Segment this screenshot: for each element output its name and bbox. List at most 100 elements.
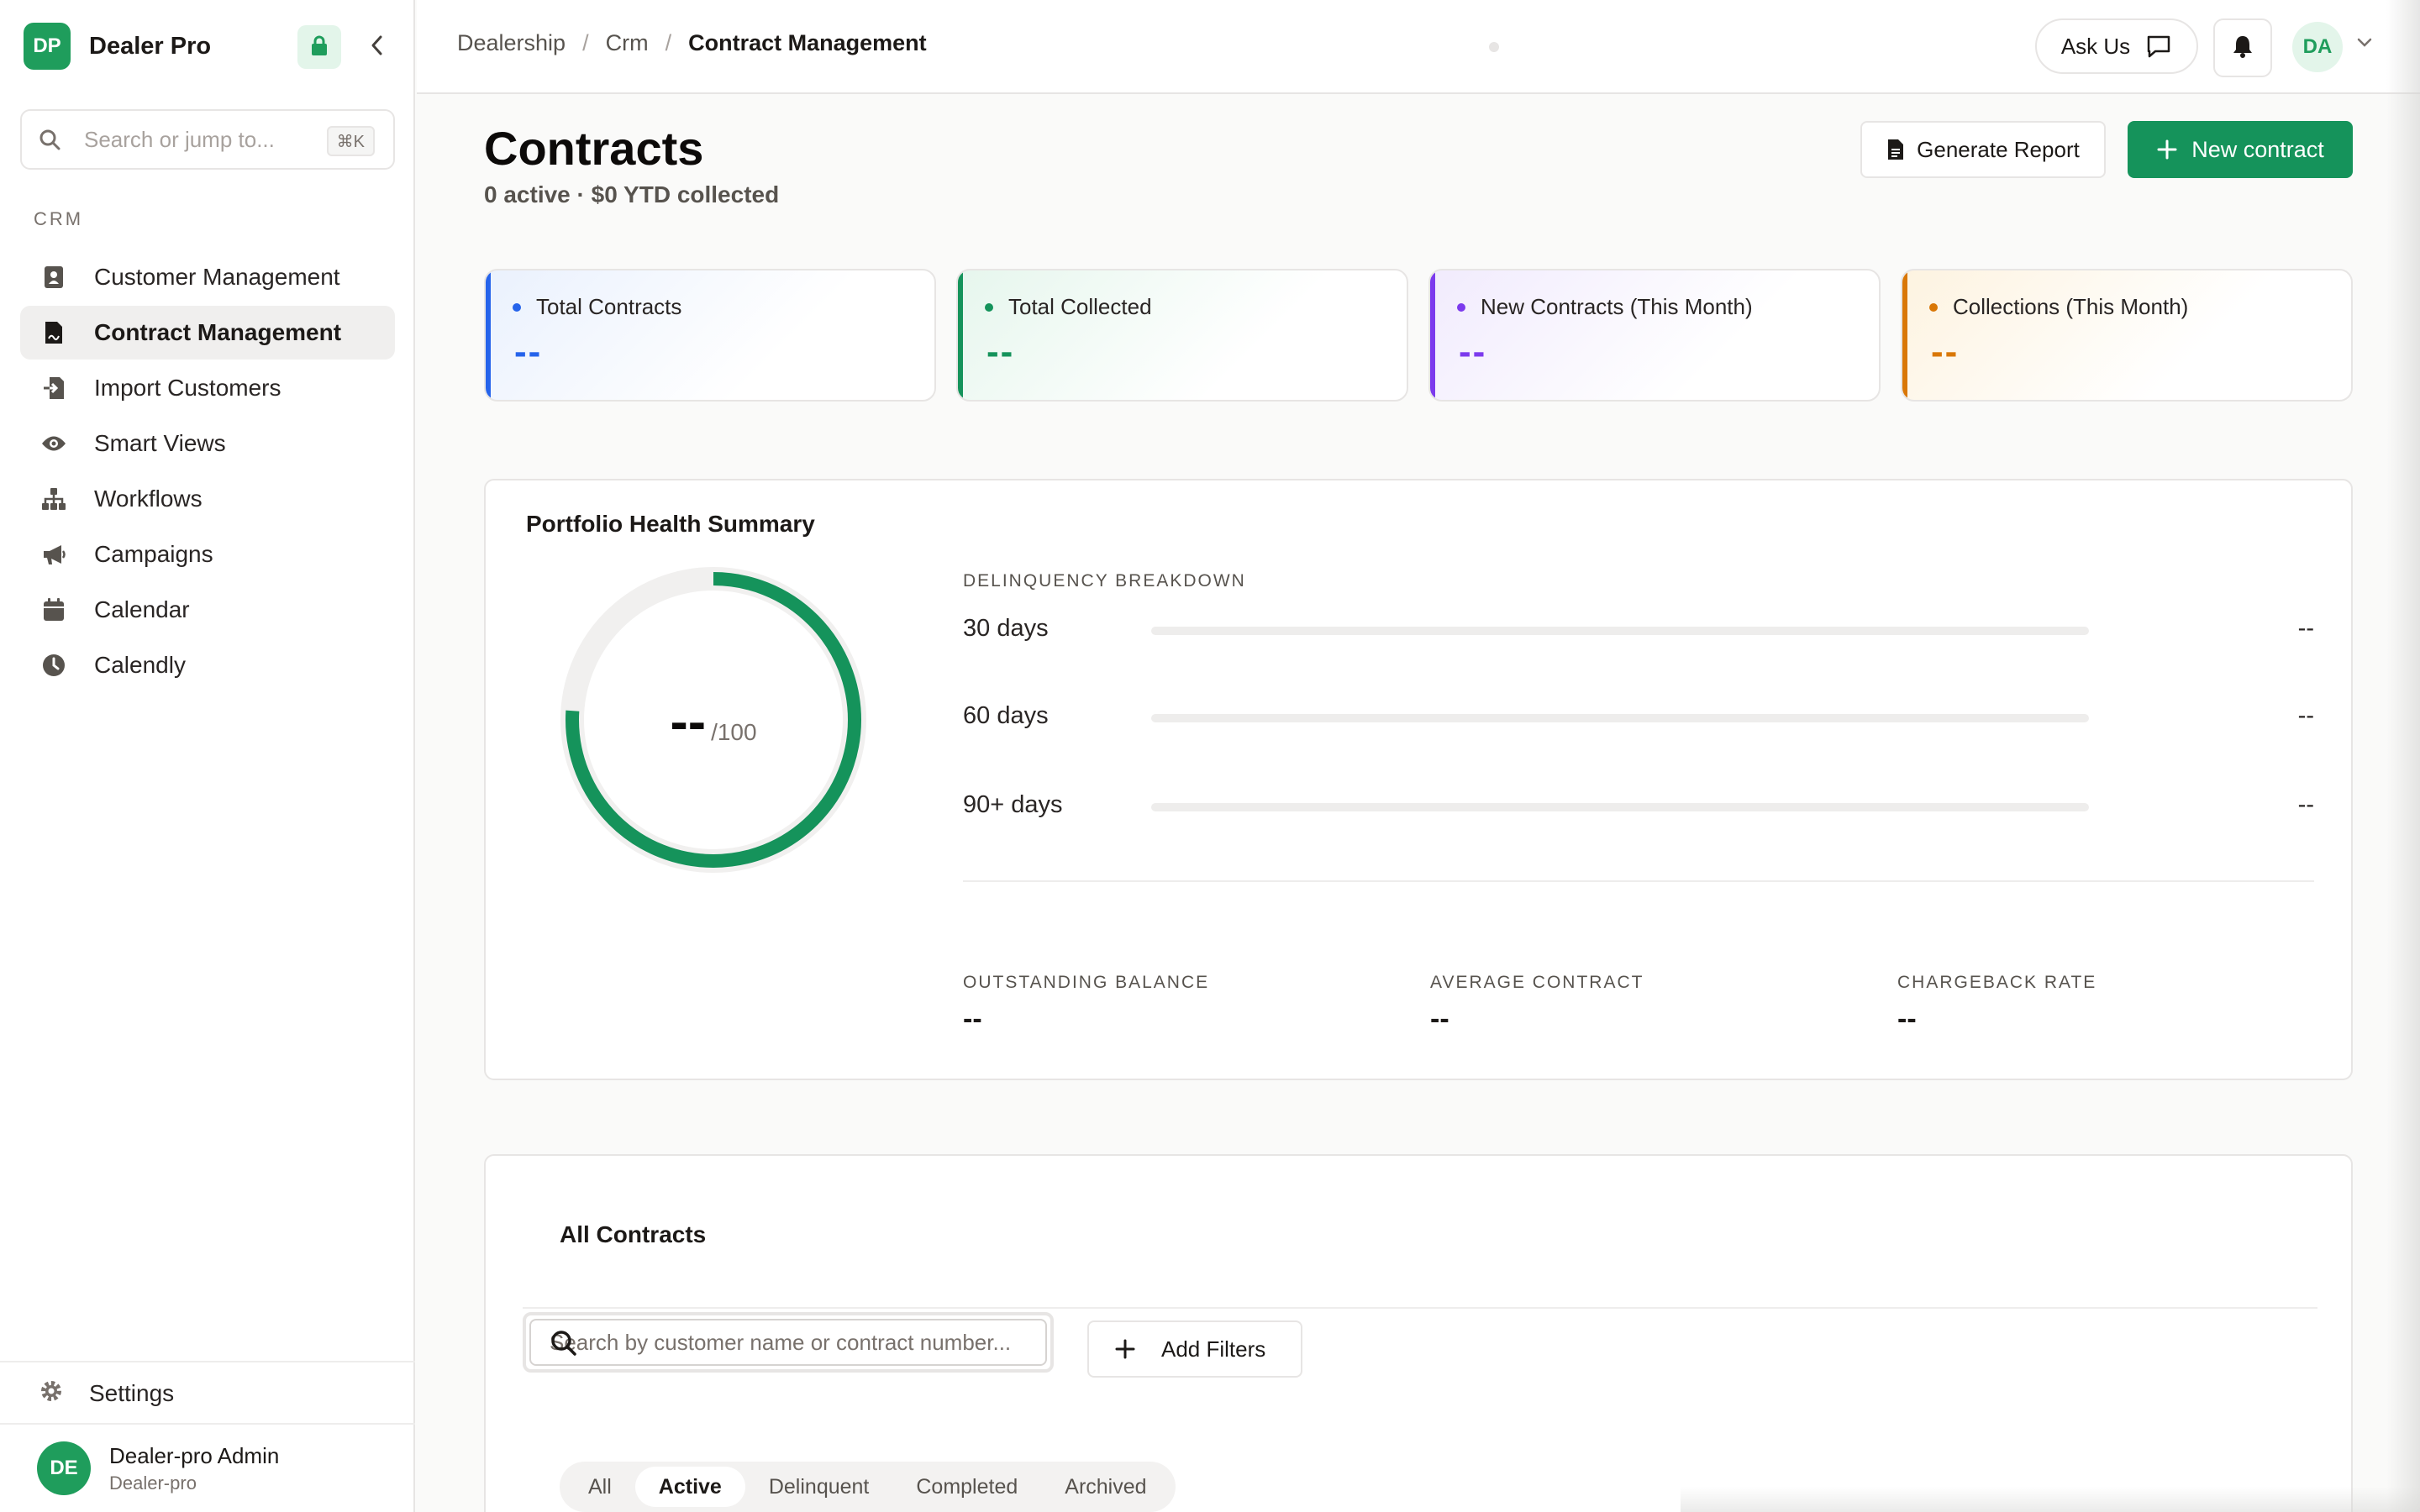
- user-profile[interactable]: DE Dealer-pro Admin Dealer-pro: [37, 1441, 279, 1495]
- stat-dot: [1457, 302, 1465, 312]
- edge-shadow: [1681, 1487, 2420, 1512]
- sidebar-item-label: Contract Management: [94, 319, 342, 345]
- sidebar-item-label: Import Customers: [94, 375, 281, 401]
- stat-accent: [1430, 270, 1435, 400]
- contacts-icon: [39, 262, 69, 292]
- breadcrumb-separator: /: [665, 30, 672, 55]
- sidebar-item-settings[interactable]: Settings: [39, 1371, 174, 1416]
- delinquency-row-30: 30 days --: [963, 608, 2314, 650]
- all-contracts-card: All Contracts Add Filters All Active Del…: [484, 1154, 2353, 1512]
- tab-completed[interactable]: Completed: [892, 1467, 1041, 1507]
- chat-icon: [2145, 34, 2172, 59]
- delinquency-bar: [1151, 803, 2089, 811]
- user-avatar-button[interactable]: DA: [2292, 22, 2343, 72]
- contract-status-tabs: All Active Delinquent Completed Archived: [560, 1462, 1176, 1512]
- delinquency-value: --: [2297, 615, 2314, 642]
- workflow-icon: [39, 484, 69, 514]
- sidebar-search[interactable]: Search or jump to... ⌘K: [20, 109, 395, 170]
- tab-all[interactable]: All: [565, 1467, 635, 1507]
- new-contract-label: New contract: [2191, 136, 2324, 162]
- stat-value: --: [986, 331, 1015, 372]
- gear-icon: [39, 1378, 64, 1410]
- health-score-gauge: --/100: [558, 564, 869, 875]
- breadcrumb-item-crm[interactable]: Crm: [606, 30, 649, 56]
- health-score: --/100: [558, 690, 869, 753]
- contract-search-input[interactable]: [529, 1319, 1047, 1366]
- collapse-sidebar-button[interactable]: [355, 25, 398, 69]
- settings-label: Settings: [89, 1380, 175, 1406]
- generate-report-button[interactable]: Generate Report: [1860, 121, 2106, 178]
- bell-icon: [2232, 34, 2254, 62]
- divider: [0, 1423, 415, 1425]
- ask-us-label: Ask Us: [2060, 33, 2131, 59]
- sidebar-item-contract-management[interactable]: Contract Management: [20, 306, 395, 360]
- tab-delinquent[interactable]: Delinquent: [745, 1467, 893, 1507]
- app-root: DP Dealer Pro Search or jump to... ⌘K CR…: [0, 0, 2420, 1512]
- search-icon: [39, 127, 64, 152]
- stat-card-total-contracts: Total Contracts --: [484, 269, 936, 402]
- add-filters-button[interactable]: Add Filters: [1087, 1320, 1302, 1378]
- delinquency-row-90: 90+ days --: [963, 785, 2314, 827]
- edge-shadow: [2386, 0, 2420, 1512]
- metric-value: --: [1897, 1003, 1917, 1035]
- page-title: Contracts: [484, 122, 704, 175]
- import-icon: [39, 373, 69, 403]
- delinquency-label: 60 days: [963, 702, 1049, 729]
- chevron-down-icon[interactable]: [2356, 37, 2373, 53]
- delinquency-label: 90+ days: [963, 791, 1063, 818]
- plus-icon: [2156, 139, 2178, 160]
- lock-sidebar-button[interactable]: [297, 25, 341, 69]
- notifications-button[interactable]: [2213, 18, 2272, 77]
- metric-outstanding-balance: OUTSTANDING BALANCE --: [963, 973, 1209, 1036]
- sidebar-item-calendar[interactable]: Calendar: [20, 583, 395, 637]
- stat-accent: [486, 270, 491, 400]
- new-contract-button[interactable]: New contract: [2128, 121, 2353, 178]
- avatar: DE: [37, 1441, 91, 1495]
- stat-dot: [985, 302, 993, 312]
- delinquency-value: --: [2297, 791, 2314, 818]
- add-filters-label: Add Filters: [1161, 1336, 1266, 1362]
- sidebar-item-smart-views[interactable]: Smart Views: [20, 417, 395, 470]
- chevron-left-icon: [369, 34, 384, 60]
- stat-dot: [513, 302, 521, 312]
- sidebar-item-calendly[interactable]: Calendly: [20, 638, 395, 692]
- stat-label: Total Contracts: [536, 294, 682, 319]
- delinquency-row-60: 60 days --: [963, 696, 2314, 738]
- sidebar-item-campaigns[interactable]: Campaigns: [20, 528, 395, 581]
- stat-label-row: New Contracts (This Month): [1457, 294, 1753, 320]
- eye-icon: [39, 428, 69, 459]
- sidebar-item-label: Campaigns: [94, 541, 213, 567]
- delinquency-value: --: [2297, 702, 2314, 729]
- sidebar-item-label: Calendar: [94, 596, 190, 622]
- stat-card-new-contracts: New Contracts (This Month) --: [1428, 269, 1881, 402]
- health-score-max: /100: [711, 719, 757, 745]
- sidebar-item-import-customers[interactable]: Import Customers: [20, 361, 395, 415]
- page-subtitle: 0 active · $0 YTD collected: [484, 181, 780, 207]
- tab-archived[interactable]: Archived: [1041, 1467, 1170, 1507]
- breadcrumb-separator: /: [582, 30, 589, 55]
- all-contracts-title: All Contracts: [560, 1221, 707, 1247]
- tab-active[interactable]: Active: [634, 1467, 745, 1507]
- status-dot: [1489, 42, 1499, 52]
- health-score-value: --: [670, 691, 707, 752]
- stat-label-row: Total Contracts: [513, 294, 681, 320]
- calendar-icon: [39, 595, 69, 625]
- stat-accent: [1902, 270, 1907, 400]
- brand[interactable]: DP Dealer Pro: [24, 22, 211, 71]
- sidebar-item-label: Smart Views: [94, 430, 226, 456]
- stat-label: Total Collected: [1008, 294, 1152, 319]
- sidebar-section-label: CRM: [34, 208, 84, 229]
- breadcrumb-item-dealership[interactable]: Dealership: [457, 30, 566, 56]
- main-content: Contracts 0 active · $0 YTD collected Ge…: [417, 96, 2420, 1512]
- divider: [963, 880, 2314, 882]
- ask-us-button[interactable]: Ask Us: [2035, 18, 2198, 74]
- stat-value: --: [514, 331, 543, 372]
- sidebar-item-customer-management[interactable]: Customer Management: [20, 250, 395, 304]
- stat-value: --: [1459, 331, 1487, 372]
- divider: [523, 1307, 2317, 1309]
- topbar: Dealership / Crm / Contract Management A…: [417, 0, 2420, 94]
- user-name: Dealer-pro Admin: [109, 1442, 280, 1468]
- search-shortcut-badge: ⌘K: [326, 126, 375, 156]
- stat-value: --: [1931, 331, 1960, 372]
- sidebar-item-workflows[interactable]: Workflows: [20, 472, 395, 526]
